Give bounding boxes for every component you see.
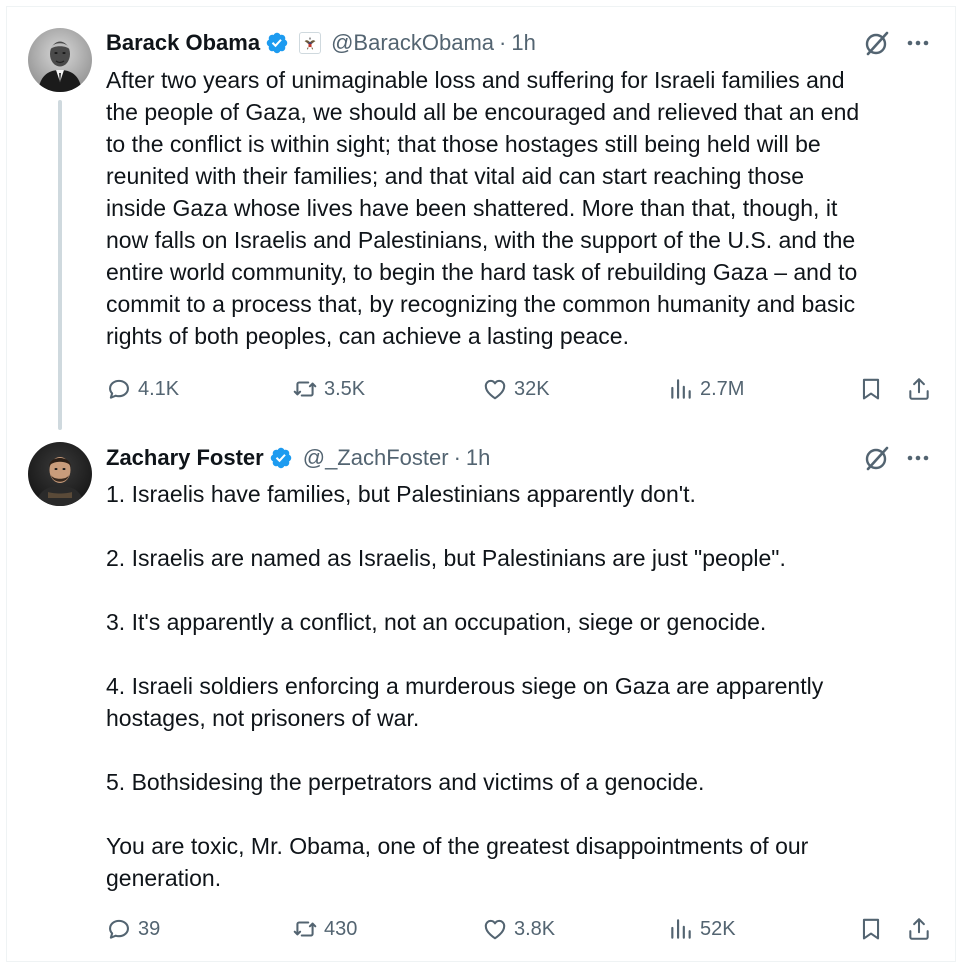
analytics-icon — [671, 919, 691, 939]
repost-button[interactable]: 430 — [292, 912, 357, 946]
tweet-top-actions — [862, 443, 932, 478]
analytics-icon — [671, 379, 691, 399]
share-button[interactable] — [906, 912, 932, 946]
more-options-icon[interactable] — [904, 444, 932, 477]
thread-connector-line — [58, 100, 62, 430]
views-count: 52K — [700, 917, 736, 940]
views-count: 2.7M — [700, 377, 745, 400]
grok-icon[interactable] — [862, 28, 904, 63]
reply-button[interactable]: 4.1K — [106, 372, 179, 406]
repost-icon — [293, 381, 317, 397]
repost-count: 3.5K — [324, 377, 366, 400]
reply-count: 4.1K — [138, 377, 180, 400]
tweet-actions-bar: 39 430 3.8K 52K — [106, 912, 936, 946]
like-button[interactable]: 32K — [482, 372, 550, 406]
author-name[interactable]: Zachary Foster — [106, 445, 264, 471]
reply-count: 39 — [138, 917, 161, 940]
separator-dot: · — [453, 445, 461, 470]
bookmark-icon — [862, 918, 880, 940]
reply-button[interactable]: 39 — [106, 912, 160, 946]
like-button[interactable]: 3.8K — [482, 912, 555, 946]
tweet-text: After two years of unimaginable loss and… — [106, 67, 860, 349]
views-button[interactable]: 52K — [668, 912, 736, 946]
tweet-text: 1. Israelis have families, but Palestini… — [106, 481, 824, 891]
bookmark-button[interactable] — [858, 372, 884, 406]
bookmark-icon — [862, 378, 880, 400]
repost-button[interactable]: 3.5K — [292, 372, 365, 406]
author-handle[interactable]: @BarackObama — [331, 30, 494, 56]
avatar-obama[interactable] — [28, 28, 92, 92]
heart-icon — [484, 919, 506, 940]
tweet-obama[interactable]: Barack Obama @BarackObama · 1h After two… — [0, 0, 962, 430]
timestamp[interactable]: 1h — [466, 445, 490, 471]
bookmark-button[interactable] — [858, 912, 884, 946]
reply-icon — [109, 919, 129, 939]
avatar-foster[interactable] — [28, 442, 92, 506]
more-options-icon[interactable] — [904, 29, 932, 62]
reply-icon — [109, 379, 129, 399]
separator-dot: · — [499, 30, 507, 55]
author-handle[interactable]: @_ZachFoster — [303, 445, 449, 471]
grok-icon[interactable] — [862, 443, 904, 478]
tweet-header: Zachary Foster @_ZachFoster · 1h — [106, 443, 490, 473]
tweet-top-actions — [862, 28, 932, 63]
tweet-actions-bar: 4.1K 3.5K 32K 2.7M — [106, 372, 936, 406]
like-count: 32K — [514, 377, 550, 400]
share-button[interactable] — [906, 372, 932, 406]
repost-count: 430 — [324, 917, 358, 940]
verified-badge-icon[interactable] — [269, 446, 293, 470]
author-name[interactable]: Barack Obama — [106, 30, 260, 56]
views-button[interactable]: 2.7M — [668, 372, 744, 406]
like-count: 3.8K — [514, 917, 556, 940]
repost-icon — [293, 921, 317, 937]
tweet-header: Barack Obama @BarackObama · 1h — [106, 28, 536, 58]
us-seal-icon[interactable] — [299, 32, 322, 54]
tweet-foster[interactable]: Zachary Foster @_ZachFoster · 1h 1. Isra — [0, 430, 962, 968]
share-icon — [909, 378, 929, 400]
verified-badge-icon[interactable] — [265, 31, 289, 55]
share-icon — [909, 918, 929, 940]
timestamp[interactable]: 1h — [511, 30, 535, 56]
heart-icon — [484, 379, 506, 400]
